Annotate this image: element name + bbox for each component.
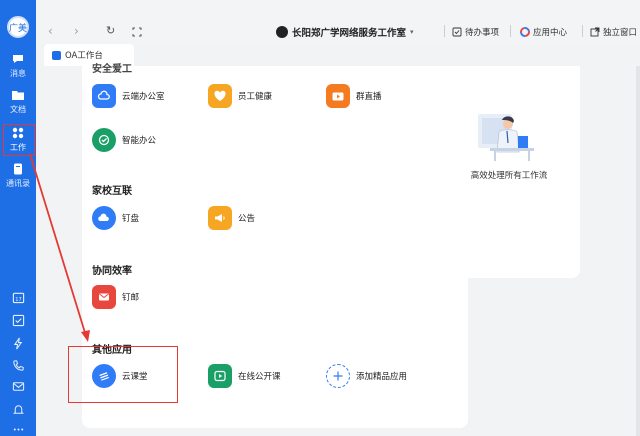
rail-todo[interactable] bbox=[0, 314, 36, 330]
bell-icon bbox=[12, 405, 24, 414]
megaphone-icon bbox=[208, 206, 232, 230]
todo-label: 待办事项 bbox=[465, 28, 500, 38]
avatar[interactable]: 广美 bbox=[7, 16, 29, 38]
heart-icon bbox=[208, 84, 232, 108]
svg-text:17: 17 bbox=[15, 297, 21, 303]
forward-button[interactable]: › bbox=[74, 24, 79, 38]
section-title: 安全爱工 bbox=[92, 64, 132, 75]
top-bar: ‹ › ↻ 长阳郑广学网络服务工作室 ▾ 待办事项 应用中心 独立窗口 bbox=[36, 0, 640, 44]
app-label: 公告 bbox=[238, 214, 256, 224]
app-ding-disk[interactable]: 钉盘 bbox=[92, 206, 139, 230]
rail-mail[interactable] bbox=[0, 380, 36, 396]
standalone-window-icon bbox=[590, 27, 600, 37]
smart-office-icon bbox=[92, 128, 116, 152]
app-label: 钉邮 bbox=[122, 293, 140, 303]
workflow-card[interactable]: 高效处理所有工作流 bbox=[438, 66, 580, 278]
rail-item-contacts[interactable]: 通讯录 bbox=[0, 162, 36, 189]
app-announcement[interactable]: 公告 bbox=[208, 206, 255, 230]
app-label: 智能办公 bbox=[122, 136, 157, 146]
add-app-button[interactable]: 添加精品应用 bbox=[326, 364, 407, 388]
chevron-down-icon: ▾ bbox=[410, 28, 414, 36]
annotation-box-cloud-classroom bbox=[68, 346, 178, 403]
more-icon bbox=[13, 428, 23, 431]
rail-item-label: 消息 bbox=[10, 69, 26, 78]
calendar-icon: 17 bbox=[12, 292, 24, 304]
rail-item-docs[interactable]: 文档 bbox=[0, 88, 36, 115]
rail-phone[interactable] bbox=[0, 359, 36, 375]
app-center-label: 应用中心 bbox=[533, 28, 568, 38]
rail-more[interactable] bbox=[0, 423, 36, 436]
rail-calendar[interactable]: 17 bbox=[0, 291, 36, 307]
app-ding-mail[interactable]: 钉邮 bbox=[92, 285, 139, 309]
contacts-icon bbox=[14, 163, 22, 175]
plus-icon bbox=[326, 364, 350, 388]
app-label: 群直播 bbox=[356, 92, 382, 102]
rail-item-label: 文档 bbox=[10, 105, 26, 114]
tv-live-icon bbox=[326, 84, 350, 108]
rail-item-messages[interactable]: 消息 bbox=[0, 52, 36, 79]
todo-check-icon bbox=[12, 314, 24, 327]
lightning-icon bbox=[13, 337, 22, 350]
standalone-window-label: 独立窗口 bbox=[603, 28, 638, 38]
app-center-icon bbox=[520, 27, 530, 37]
org-logo-icon bbox=[276, 26, 288, 38]
section-title: 协同效率 bbox=[92, 266, 132, 277]
mail-icon bbox=[12, 382, 24, 391]
left-rail: 广美 消息 文档 工作 通讯录 17 bbox=[0, 0, 36, 436]
todo-button[interactable]: 待办事项 bbox=[452, 26, 499, 38]
workflow-caption: 高效处理所有工作流 bbox=[470, 171, 548, 181]
app-open-course[interactable]: 在线公开课 bbox=[208, 364, 281, 388]
app-center-button[interactable]: 应用中心 bbox=[520, 26, 567, 38]
envelope-icon bbox=[92, 285, 116, 309]
app-label: 钉盘 bbox=[122, 214, 140, 224]
app-group-live[interactable]: 群直播 bbox=[326, 84, 382, 108]
section-title: 家校互联 bbox=[92, 186, 132, 197]
play-icon bbox=[208, 364, 232, 388]
org-title[interactable]: 长阳郑广学网络服务工作室 ▾ bbox=[276, 25, 414, 39]
divider bbox=[510, 25, 511, 37]
app-label: 添加精品应用 bbox=[356, 372, 408, 382]
app-label: 在线公开课 bbox=[238, 372, 281, 382]
app-employee-health[interactable]: 员工健康 bbox=[208, 84, 272, 108]
scrollbar[interactable] bbox=[636, 66, 640, 436]
rail-bell[interactable] bbox=[0, 403, 36, 419]
app-cloud-office[interactable]: 云端办公室 bbox=[92, 84, 165, 108]
app-smart-office[interactable]: 智能办公 bbox=[92, 128, 156, 152]
app-label: 云端办公室 bbox=[122, 92, 165, 102]
folder-icon bbox=[12, 91, 24, 100]
annotation-box-work bbox=[3, 124, 35, 156]
rail-item-label: 通讯录 bbox=[6, 179, 30, 188]
app-label: 员工健康 bbox=[238, 92, 273, 102]
back-button[interactable]: ‹ bbox=[48, 24, 53, 38]
divider bbox=[444, 25, 445, 37]
fullscreen-icon[interactable] bbox=[132, 27, 142, 37]
cloud-disk-icon bbox=[92, 206, 116, 230]
org-title-text: 长阳郑广学网络服务工作室 bbox=[292, 28, 407, 39]
divider bbox=[582, 25, 583, 37]
standalone-window-button[interactable]: 独立窗口 bbox=[590, 26, 637, 38]
chat-icon bbox=[13, 55, 23, 63]
rail-lightning[interactable] bbox=[0, 337, 36, 353]
office-worker-illustration bbox=[478, 114, 534, 161]
todo-icon bbox=[452, 27, 462, 37]
refresh-button[interactable]: ↻ bbox=[106, 24, 115, 37]
phone-icon bbox=[12, 360, 24, 371]
cloud-icon bbox=[92, 84, 116, 108]
oa-tab-icon bbox=[52, 50, 61, 60]
